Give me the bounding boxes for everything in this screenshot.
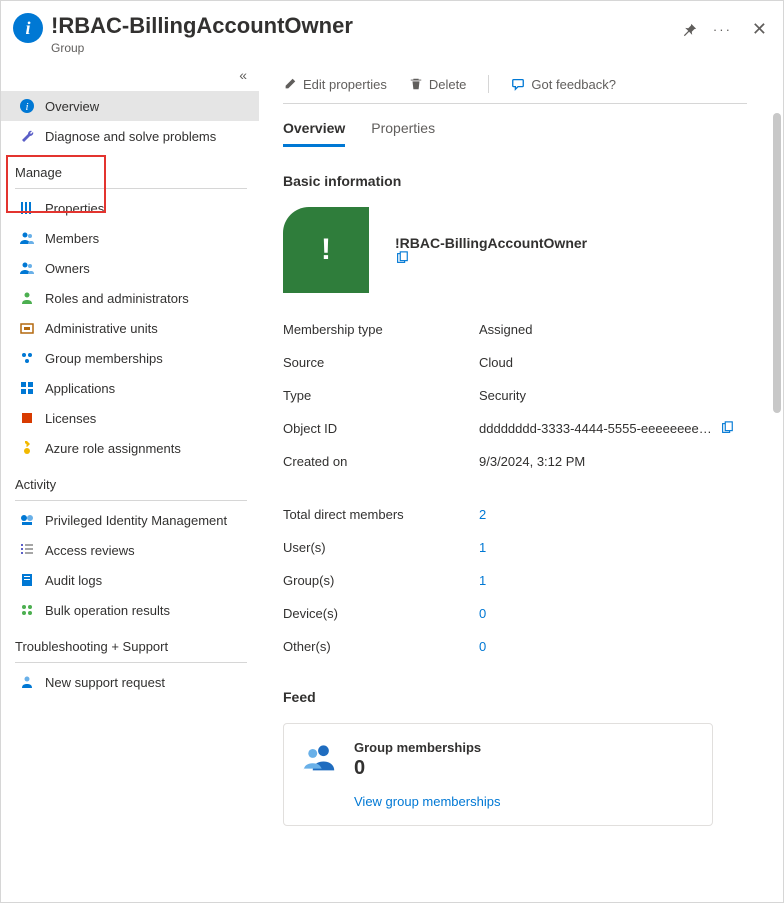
sidebar-item-privileged-identity-management[interactable]: Privileged Identity Management [1, 505, 259, 535]
main-content: Edit properties Delete Got feedback? Ove… [259, 63, 783, 904]
page-subtitle: Group [51, 41, 675, 55]
stat-user-s-: User(s)1 [283, 531, 747, 564]
props-icon [19, 200, 35, 216]
wrench-icon [19, 128, 35, 144]
field-membership-type: Membership typeAssigned [283, 313, 747, 346]
section-header: Activity [1, 463, 259, 496]
support-icon [19, 674, 35, 690]
sidebar-item-new-support-request[interactable]: New support request [1, 667, 259, 697]
collapse-icon[interactable]: « [239, 67, 247, 83]
role-icon [19, 290, 35, 306]
tab-bar: Overview Properties [283, 120, 747, 147]
stat-link[interactable]: 1 [479, 573, 486, 588]
basic-info-heading: Basic information [283, 173, 747, 189]
page-title: !RBAC-BillingAccountOwner [51, 13, 675, 39]
sidebar-item-applications[interactable]: Applications [1, 373, 259, 403]
sidebar-item-administrative-units[interactable]: Administrative units [1, 313, 259, 343]
sidebar-item-bulk-operation-results[interactable]: Bulk operation results [1, 595, 259, 625]
gmember-icon [19, 350, 35, 366]
sidebar: « iOverviewDiagnose and solve problems M… [1, 63, 259, 904]
copy-name-icon[interactable] [395, 251, 595, 265]
group-info-icon: i [13, 13, 43, 43]
sidebar-item-azure-role-assignments[interactable]: Azure role assignments [1, 433, 259, 463]
group-name: !RBAC-BillingAccountOwner [395, 235, 587, 251]
sidebar-item-group-memberships[interactable]: Group memberships [1, 343, 259, 373]
stat-link[interactable]: 0 [479, 639, 486, 654]
stat-group-s-: Group(s)1 [283, 564, 747, 597]
close-icon[interactable]: ✕ [752, 19, 767, 40]
members-icon [19, 260, 35, 276]
sidebar-item-diagnose-and-solve-problems[interactable]: Diagnose and solve problems [1, 121, 259, 151]
stat-other-s-: Other(s)0 [283, 630, 747, 663]
card-title: Group memberships [354, 740, 500, 755]
stat-link[interactable]: 0 [479, 606, 486, 621]
apps-icon [19, 380, 35, 396]
section-header: Troubleshooting + Support [1, 625, 259, 658]
sidebar-item-audit-logs[interactable]: Audit logs [1, 565, 259, 595]
info-icon: i [19, 98, 35, 114]
field-created-on: Created on9/3/2024, 3:12 PM [283, 445, 747, 478]
checklist-icon [19, 542, 35, 558]
view-memberships-link[interactable]: View group memberships [354, 794, 500, 809]
section-header: Manage [1, 151, 259, 184]
stat-link[interactable]: 1 [479, 540, 486, 555]
group-memberships-card: Group memberships 0 View group membershi… [283, 723, 713, 826]
card-count: 0 [354, 757, 500, 780]
license-icon [19, 410, 35, 426]
pin-icon[interactable] [683, 23, 697, 37]
field-object-id: Object IDdddddddd-3333-4444-5555-eeeeeee… [283, 412, 747, 445]
key-icon [19, 440, 35, 456]
scrollbar[interactable] [773, 113, 781, 413]
sidebar-item-properties[interactable]: Properties [1, 193, 259, 223]
sidebar-item-roles-and-administrators[interactable]: Roles and administrators [1, 283, 259, 313]
sidebar-item-licenses[interactable]: Licenses [1, 403, 259, 433]
tab-overview[interactable]: Overview [283, 120, 345, 147]
stat-total-direct-members: Total direct members2 [283, 498, 747, 531]
stat-device-s-: Device(s)0 [283, 597, 747, 630]
more-icon[interactable]: ··· [713, 22, 732, 37]
delete-button[interactable]: Delete [409, 77, 467, 92]
edit-properties-button[interactable]: Edit properties [283, 77, 387, 92]
command-bar: Edit properties Delete Got feedback? [283, 71, 747, 103]
field-type: TypeSecurity [283, 379, 747, 412]
svg-text:i: i [25, 101, 28, 113]
sidebar-item-owners[interactable]: Owners [1, 253, 259, 283]
blade-header: i !RBAC-BillingAccountOwner Group ··· ✕ [1, 1, 783, 63]
sidebar-item-overview[interactable]: iOverview [1, 91, 259, 121]
bulk-icon [19, 602, 35, 618]
group-tile-icon: ! [283, 207, 369, 293]
feedback-button[interactable]: Got feedback? [511, 77, 616, 92]
sidebar-item-access-reviews[interactable]: Access reviews [1, 535, 259, 565]
sidebar-item-members[interactable]: Members [1, 223, 259, 253]
tab-properties[interactable]: Properties [371, 120, 435, 147]
field-source: SourceCloud [283, 346, 747, 379]
members-icon [19, 230, 35, 246]
feed-heading: Feed [283, 689, 747, 705]
pim-icon [19, 512, 35, 528]
copy-icon[interactable] [720, 421, 734, 436]
admin-icon [19, 320, 35, 336]
stat-link[interactable]: 2 [479, 507, 486, 522]
audit-icon [19, 572, 35, 588]
members-illustration-icon [302, 740, 336, 774]
